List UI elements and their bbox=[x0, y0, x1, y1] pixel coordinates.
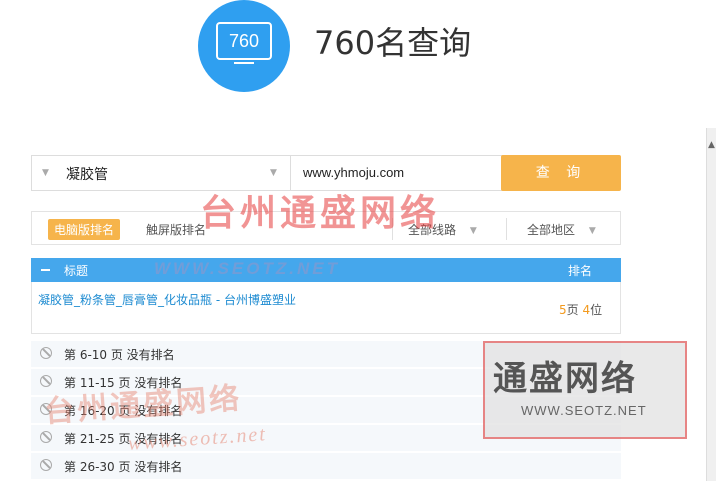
watermark-top-url: WWW.SEOTZ.NET bbox=[154, 259, 340, 278]
tab-mobile-ranking[interactable]: 触屏版排名 bbox=[146, 221, 206, 238]
ban-icon bbox=[40, 347, 52, 359]
chevron-down-icon: ▼ bbox=[42, 168, 49, 178]
query-button[interactable]: 查 询 bbox=[501, 155, 621, 191]
ban-icon bbox=[40, 375, 52, 387]
region-select-label: 全部地区 bbox=[527, 223, 576, 237]
chevron-down-icon: ▼ bbox=[588, 226, 596, 236]
divider bbox=[506, 218, 507, 240]
watermark-top: 台州通盛网络 bbox=[200, 193, 441, 234]
logo: 760 bbox=[198, 0, 290, 92]
no-rank-text: 第 6-10 页 没有排名 bbox=[64, 348, 175, 362]
logo-text: 760 bbox=[228, 31, 260, 51]
scroll-up-arrow-icon[interactable]: ▲ bbox=[708, 140, 715, 150]
chevron-down-icon: ▼ bbox=[469, 226, 477, 236]
watermark-box-url: WWW.SEOTZ.NET bbox=[521, 403, 647, 418]
ban-icon bbox=[40, 431, 52, 443]
tab-pc-ranking[interactable]: 电脑版排名 bbox=[48, 219, 121, 240]
result-title-link[interactable]: 凝胶管_粉条管_唇膏管_化妆品瓶 - 台州博盛塑业 bbox=[38, 291, 296, 308]
vertical-scrollbar[interactable]: ▲ bbox=[706, 128, 716, 481]
table-row: 凝胶管_粉条管_唇膏管_化妆品瓶 - 台州博盛塑业 5页 4位 bbox=[31, 282, 621, 334]
column-header-title: 标题 bbox=[64, 264, 89, 278]
watermark-box-title: 通盛网络 bbox=[493, 359, 637, 399]
region-select[interactable]: 全部地区 ▼ bbox=[527, 221, 596, 238]
domain-value: www.yhmoju.com bbox=[303, 165, 405, 180]
rank-position: 4 bbox=[582, 303, 591, 317]
page-title: 760名查询 bbox=[314, 24, 472, 62]
monitor-stand bbox=[234, 62, 254, 64]
rank-value: 5页 4位 bbox=[559, 301, 602, 318]
monitor-icon: 760 bbox=[216, 22, 272, 60]
no-rank-text: 第 26-30 页 没有排名 bbox=[64, 460, 183, 474]
watermark-box: 通盛网络 WWW.SEOTZ.NET bbox=[483, 341, 687, 439]
list-item: 第 26-30 页 没有排名 bbox=[31, 453, 621, 479]
chevron-down-icon: ▼ bbox=[270, 168, 277, 178]
column-header-rank: 排名 bbox=[568, 264, 593, 278]
rank-page: 5 bbox=[559, 303, 567, 317]
collapse-icon[interactable] bbox=[41, 269, 50, 271]
ban-icon bbox=[40, 459, 52, 471]
keyword-value: 凝胶管 bbox=[66, 167, 108, 183]
rank-page-suffix: 页 bbox=[566, 303, 583, 317]
rank-position-suffix: 位 bbox=[590, 303, 603, 317]
